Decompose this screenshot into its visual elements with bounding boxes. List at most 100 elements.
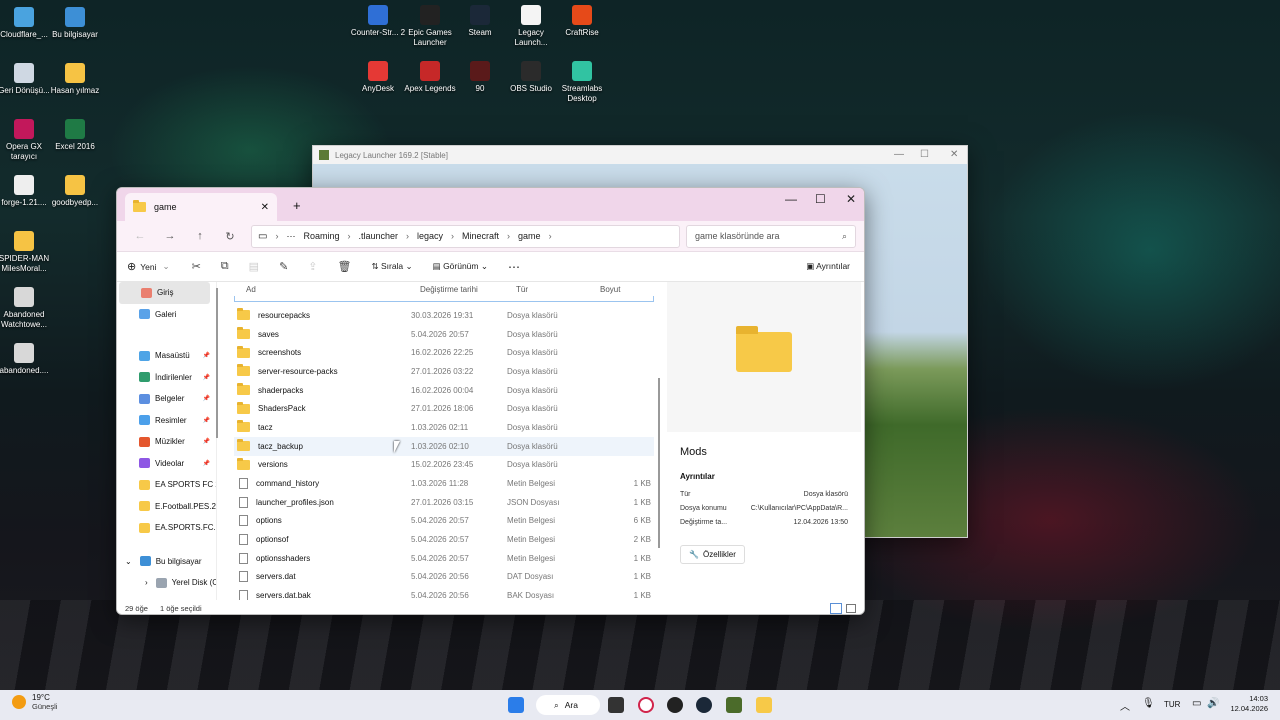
column-header[interactable]: Boyut: [588, 285, 648, 294]
maximize-icon[interactable]: ☐: [920, 149, 929, 160]
table-row[interactable]: tacz_backup 1.03.2026 02:10 Dosya klasörü: [234, 436, 654, 456]
desktop-icon[interactable]: Hasan yılmaz: [47, 63, 103, 96]
minimize-icon[interactable]: —: [785, 192, 797, 206]
minecraft-icon[interactable]: [726, 697, 742, 713]
sidebar-item[interactable]: Masaüstü 📌: [117, 345, 216, 367]
desktop-icon[interactable]: Opera GX tarayıcı: [0, 119, 52, 162]
list-scrollbar[interactable]: [658, 378, 660, 548]
breadcrumb-item[interactable]: Minecraft: [462, 231, 499, 241]
microphone-icon[interactable]: 🎙: [1142, 698, 1155, 709]
show-hidden-icons[interactable]: ︿: [1120, 698, 1130, 713]
sidebar-item[interactable]: EA.SPORTS.FC.26: [117, 517, 216, 539]
breadcrumb-item[interactable]: .tlauncher: [358, 231, 398, 241]
desktop-icon[interactable]: Excel 2016: [47, 119, 103, 152]
sidebar-item[interactable]: Belgeler 📌: [117, 388, 216, 410]
table-row[interactable]: tacz 1.03.2026 02:11 Dosya klasörü: [234, 418, 654, 437]
chevron-right-icon[interactable]: ›: [451, 231, 454, 241]
desktop-icon[interactable]: Abandoned Watchtowe...: [0, 287, 52, 330]
breadcrumb-item[interactable]: Roaming: [303, 231, 339, 241]
share-icon[interactable]: ⇪: [308, 260, 317, 273]
sidebar-item[interactable]: Giriş: [119, 282, 210, 304]
desktop-icon[interactable]: Bu bilgisayar: [47, 7, 103, 40]
details-pane-button[interactable]: ▣ Ayrıntılar: [806, 261, 850, 272]
copy-icon[interactable]: ⧉: [221, 260, 229, 273]
start-icon[interactable]: [508, 697, 524, 713]
minimize-icon[interactable]: —: [894, 149, 904, 160]
desktop-icon[interactable]: goodbyedp...: [47, 175, 103, 208]
desktop-icon[interactable]: AnyDesk: [350, 61, 406, 94]
table-row[interactable]: resourcepacks 30.03.2026 19:31 Dosya klasö…: [234, 306, 654, 325]
sort-button[interactable]: ⇅ Sırala ⌄: [371, 261, 412, 272]
up-icon[interactable]: ↑: [185, 230, 215, 242]
sidebar-item[interactable]: Videolar 📌: [117, 453, 216, 475]
cut-icon[interactable]: ✂: [192, 260, 201, 273]
desktop-icon[interactable]: Steam: [452, 5, 508, 38]
opera-icon[interactable]: [638, 697, 654, 713]
table-row[interactable]: saves 5.04.2026 20:57 Dosya klasörü: [234, 325, 654, 344]
volume-icon[interactable]: 🔊: [1207, 698, 1219, 709]
desktop-icon[interactable]: Apex Legends: [402, 61, 458, 94]
column-header[interactable]: Ad: [234, 285, 408, 294]
search-input[interactable]: game klasöründe ara ⌕: [686, 224, 856, 248]
properties-button[interactable]: 🔧 Özellikler: [680, 545, 745, 564]
desktop-icon[interactable]: 90: [452, 61, 508, 94]
chevron-right-icon[interactable]: ›: [145, 578, 148, 587]
close-icon[interactable]: ✕: [846, 192, 856, 206]
file-explorer-icon[interactable]: [756, 697, 772, 713]
table-row[interactable]: command_history 1.03.2026 11:28 Metin Belg…: [234, 474, 654, 493]
sidebar-item[interactable]: › Yerel Disk (C:): [117, 572, 216, 594]
desktop-icon[interactable]: abandoned....: [0, 343, 52, 376]
table-row[interactable]: launcher_profiles.json 27.01.2026 03:15 JS…: [234, 493, 654, 512]
table-row[interactable]: ShadersPack 27.01.2026 18:06 Dosya klasörü: [234, 399, 654, 418]
desktop-icon[interactable]: Counter-Str... 2: [350, 5, 406, 38]
desktop-icon[interactable]: forge-1.21....: [0, 175, 52, 208]
table-row[interactable]: server-resource-packs 27.01.2026 03:22 Dos…: [234, 362, 654, 381]
column-header[interactable]: Değiştirme tarihi: [408, 285, 504, 294]
legacy-titlebar[interactable]: Legacy Launcher 169.2 [Stable]: [313, 146, 967, 164]
table-row[interactable]: options 5.04.2026 20:57 Metin Belgesi 6 KB: [234, 512, 654, 531]
new-button[interactable]: ⊕ Yeni ⌄: [127, 260, 170, 273]
view-button[interactable]: ▤ Görünüm ⌄: [433, 261, 488, 272]
tab-close-icon[interactable]: ✕: [261, 202, 269, 213]
weather-widget[interactable]: 19°C Güneşli: [12, 693, 57, 711]
desktop-icon[interactable]: CraftRise: [554, 5, 610, 38]
more-options-icon[interactable]: ⋯: [508, 260, 520, 274]
taskbar-search[interactable]: ⌕ Ara: [536, 695, 600, 715]
close-icon[interactable]: ✕: [950, 149, 958, 160]
task-view-icon[interactable]: [608, 697, 624, 713]
sidebar-item[interactable]: Galeri: [117, 304, 216, 326]
desktop-icon[interactable]: Streamlabs Desktop: [554, 61, 610, 104]
rename-icon[interactable]: ✎: [279, 260, 288, 273]
sidebar-item[interactable]: E.Football.PES.2026: [117, 496, 216, 518]
chevron-right-icon[interactable]: ›: [507, 231, 510, 241]
file-explorer-window[interactable]: game ✕ + — ☐ ✕ ← → ↑ ↻ ▭ › ⋯ Roaming › .tla…: [116, 187, 865, 615]
desktop-icon[interactable]: OBS Studio: [503, 61, 559, 94]
breadcrumb-item[interactable]: legacy: [417, 231, 443, 241]
desktop-icon[interactable]: Cloudflare_...: [0, 7, 52, 40]
back-icon[interactable]: ←: [125, 230, 155, 242]
details-view-icon[interactable]: [830, 602, 842, 614]
sidebar-item[interactable]: ⌄ Bu bilgisayar: [117, 551, 216, 573]
sidebar-item[interactable]: İndirilenler 📌: [117, 367, 216, 389]
table-row[interactable]: screenshots 16.02.2026 22:25 Dosya klasörü: [234, 343, 654, 362]
tiles-view-icon[interactable]: [846, 603, 856, 613]
opera-gx-icon[interactable]: [667, 697, 683, 713]
language-indicator[interactable]: TUR: [1164, 700, 1180, 709]
delete-icon[interactable]: 🗑: [338, 260, 352, 273]
column-header[interactable]: Tür: [504, 285, 588, 294]
maximize-icon[interactable]: ☐: [815, 192, 826, 206]
table-row[interactable]: shaderpacks 16.02.2026 00:04 Dosya klasörü: [234, 381, 654, 400]
new-tab-icon[interactable]: +: [293, 198, 301, 213]
sidebar-item[interactable]: Resimler 📌: [117, 410, 216, 432]
table-row[interactable]: optionsshaders 5.04.2026 20:57 Metin Belge…: [234, 549, 654, 568]
desktop-icon[interactable]: Epic Games Launcher: [402, 5, 458, 48]
desktop-icon[interactable]: SPIDER-MAN MilesMoral...: [0, 231, 52, 274]
desktop-icon[interactable]: Legacy Launch...: [503, 5, 559, 48]
table-row[interactable]: optionsof 5.04.2026 20:57 Metin Belgesi 2 K…: [234, 530, 654, 549]
table-row[interactable]: servers.dat 5.04.2026 20:56 DAT Dosyası 1 K…: [234, 568, 654, 587]
sidebar-scrollbar[interactable]: [216, 288, 218, 438]
sidebar-item[interactable]: EA SPORTS FC 26: [117, 474, 216, 496]
refresh-icon[interactable]: ↻: [215, 230, 245, 243]
steam-icon[interactable]: [696, 697, 712, 713]
table-row[interactable]: servers.dat.bak 5.04.2026 20:56 BAK Dosyas…: [234, 586, 654, 600]
